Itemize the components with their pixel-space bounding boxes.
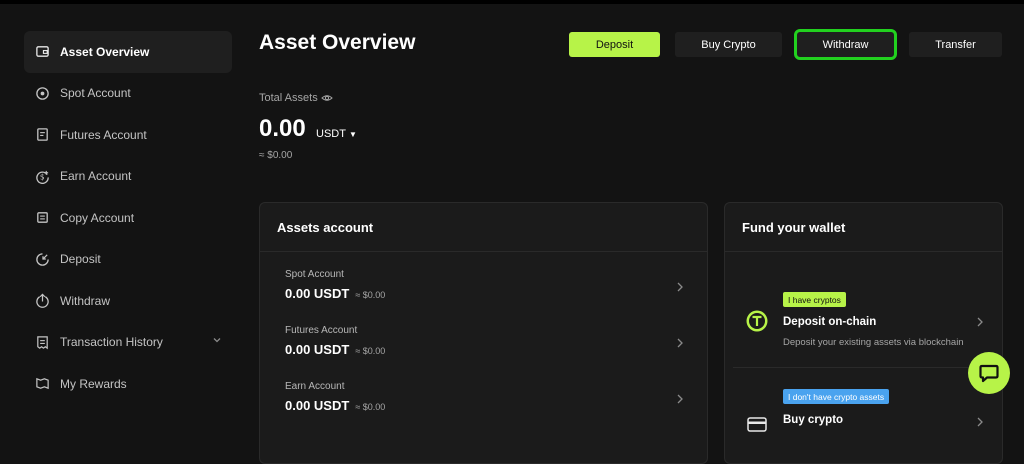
wallet-icon bbox=[34, 44, 50, 60]
deposit-on-chain-option[interactable]: I have cryptos Deposit on-chain Deposit … bbox=[725, 291, 1002, 367]
svg-text:$: $ bbox=[39, 172, 44, 181]
sidebar-item-earn-account[interactable]: $ Earn Account bbox=[24, 156, 232, 198]
account-approx: ≈ $0.00 bbox=[355, 346, 386, 356]
sidebar-item-deposit[interactable]: Deposit bbox=[24, 239, 232, 281]
chat-icon bbox=[979, 364, 999, 383]
transfer-button[interactable]: Transfer bbox=[909, 32, 1002, 57]
eye-icon[interactable] bbox=[320, 92, 333, 104]
total-assets-label: Total Assets bbox=[259, 92, 333, 104]
sidebar-item-label: Earn Account bbox=[60, 169, 132, 184]
account-value: 0.00 USDT bbox=[285, 286, 350, 301]
futures-icon bbox=[34, 127, 50, 143]
page-title: Asset Overview bbox=[259, 31, 416, 54]
sidebar-item-spot-account[interactable]: Spot Account bbox=[24, 73, 232, 115]
total-assets-value: 0.00 bbox=[259, 115, 306, 142]
account-name: Earn Account bbox=[285, 381, 345, 392]
sidebar-item-futures-account[interactable]: Futures Account bbox=[24, 114, 232, 156]
sidebar-item-label: Deposit bbox=[60, 252, 101, 267]
account-name: Spot Account bbox=[285, 269, 344, 280]
account-approx: ≈ $0.00 bbox=[355, 402, 386, 412]
buy-crypto-title: Buy crypto bbox=[783, 414, 844, 426]
withdraw-button[interactable]: Withdraw bbox=[794, 29, 897, 60]
sidebar-item-label: Spot Account bbox=[60, 86, 131, 101]
total-assets-approx: ≈ $0.00 bbox=[259, 150, 293, 161]
sidebar-item-label: Asset Overview bbox=[60, 44, 150, 59]
withdraw-icon bbox=[34, 293, 50, 309]
sidebar-item-copy-account[interactable]: Copy Account bbox=[24, 197, 232, 239]
account-value: 0.00 USDT bbox=[285, 342, 350, 357]
sidebar-item-label: Copy Account bbox=[60, 210, 135, 225]
account-value: 0.00 USDT bbox=[285, 398, 350, 413]
currency-selector[interactable]: USDT ▼ bbox=[316, 128, 357, 140]
sidebar-item-label: My Rewards bbox=[60, 376, 127, 391]
card-icon bbox=[746, 413, 768, 435]
earn-icon: $ bbox=[34, 168, 50, 184]
currency-label: USDT bbox=[316, 128, 346, 140]
account-row-spot[interactable]: Spot Account 0.00 USDT ≈ $0.00 bbox=[285, 269, 685, 309]
chevron-down-icon[interactable] bbox=[212, 335, 222, 345]
chat-support-button[interactable] bbox=[968, 352, 1010, 394]
deposit-on-chain-title: Deposit on-chain bbox=[783, 316, 877, 328]
chevron-right-icon bbox=[977, 317, 983, 327]
sidebar-item-label: Futures Account bbox=[60, 127, 147, 142]
sidebar-item-asset-overview[interactable]: Asset Overview bbox=[24, 31, 232, 73]
buy-crypto-button[interactable]: Buy Crypto bbox=[675, 32, 782, 57]
account-name: Futures Account bbox=[285, 325, 358, 336]
have-cryptos-tag: I have cryptos bbox=[783, 292, 846, 307]
account-row-futures[interactable]: Futures Account 0.00 USDT ≈ $0.00 bbox=[285, 325, 685, 365]
total-assets-label-text: Total Assets bbox=[259, 92, 318, 104]
chevron-right-icon bbox=[677, 394, 683, 404]
fund-wallet-title: Fund your wallet bbox=[725, 203, 1002, 252]
deposit-button[interactable]: Deposit bbox=[569, 32, 660, 57]
caret-down-icon: ▼ bbox=[348, 129, 357, 139]
sidebar-item-my-rewards[interactable]: My Rewards bbox=[24, 363, 232, 405]
assets-account-card: Assets account Spot Account 0.00 USDT ≈ … bbox=[259, 202, 708, 464]
account-approx: ≈ $0.00 bbox=[355, 290, 386, 300]
account-row-earn[interactable]: Earn Account 0.00 USDT ≈ $0.00 bbox=[285, 381, 685, 421]
chevron-right-icon bbox=[677, 282, 683, 292]
assets-account-title: Assets account bbox=[260, 203, 707, 252]
top-bar bbox=[0, 0, 1024, 4]
deposit-icon bbox=[34, 251, 50, 267]
no-crypto-tag: I don't have crypto assets bbox=[783, 389, 890, 404]
sidebar-item-label: Transaction History bbox=[60, 335, 163, 350]
fund-wallet-card: Fund your wallet I have cryptos Deposit … bbox=[724, 202, 1003, 464]
sidebar-item-withdraw[interactable]: Withdraw bbox=[24, 280, 232, 322]
deposit-on-chain-subtitle: Deposit your existing assets via blockch… bbox=[783, 337, 964, 348]
chevron-right-icon bbox=[677, 338, 683, 348]
chevron-right-icon bbox=[977, 417, 983, 427]
sidebar-item-transaction-history[interactable]: Transaction History bbox=[24, 322, 232, 364]
history-icon bbox=[34, 334, 50, 350]
divider bbox=[733, 367, 1002, 368]
copy-icon bbox=[34, 210, 50, 226]
spot-icon bbox=[34, 85, 50, 101]
rewards-icon bbox=[34, 376, 50, 392]
buy-crypto-option[interactable]: I don't have crypto assets Buy crypto bbox=[725, 389, 1002, 449]
sidebar-item-label: Withdraw bbox=[60, 293, 111, 308]
sidebar: Asset Overview Spot Account Futures Acco… bbox=[24, 31, 232, 405]
tether-icon bbox=[746, 310, 768, 332]
